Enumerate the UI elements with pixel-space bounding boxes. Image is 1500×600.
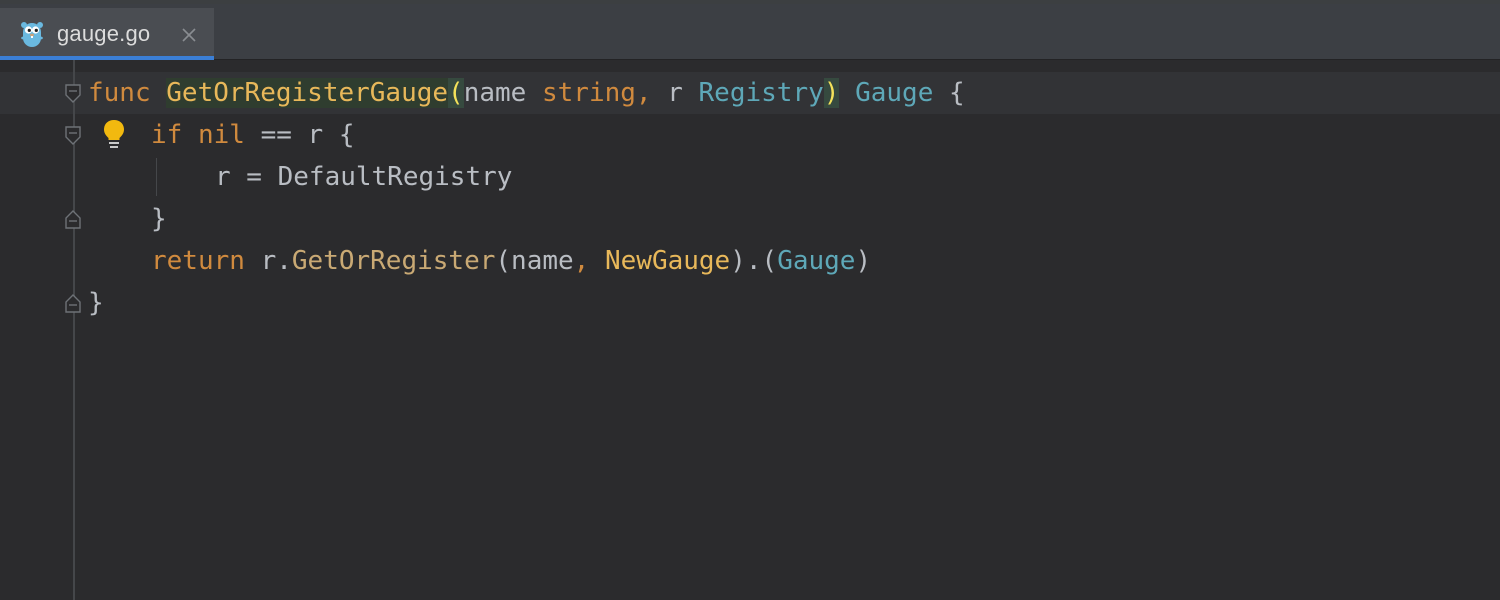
tab-gauge-go[interactable]: gauge.go <box>0 8 214 61</box>
condition-rest: == r { <box>244 120 355 150</box>
type-assert-gauge: Gauge <box>777 246 856 276</box>
close-brace: } <box>151 204 167 234</box>
lightbulb-icon[interactable] <box>102 118 126 150</box>
assignment: r = DefaultRegistry <box>215 162 513 192</box>
code-line-4[interactable]: } <box>151 198 167 240</box>
fold-close-icon[interactable] <box>64 208 82 230</box>
param-name: name <box>463 78 542 108</box>
code-line-6[interactable]: } <box>88 282 104 324</box>
editor-tab-bar: gauge.go <box>0 4 1500 61</box>
type-assert-close: ) <box>855 246 872 276</box>
tab-label: gauge.go <box>57 21 151 46</box>
param-type-string: string <box>541 78 636 108</box>
fold-close-icon[interactable] <box>64 292 82 314</box>
fold-open-icon[interactable] <box>64 125 82 147</box>
code-line-1[interactable]: func GetOrRegisterGauge(name string, r R… <box>88 72 965 114</box>
comma: , <box>573 246 605 276</box>
function-name: GetOrRegisterGauge <box>166 78 449 108</box>
args-open: (name <box>495 246 574 276</box>
arg-new-gauge: NewGauge <box>604 246 731 276</box>
keyword-return: return <box>151 246 261 276</box>
indent-guide <box>156 158 157 196</box>
receiver: r. <box>260 246 292 276</box>
close-icon[interactable] <box>179 25 199 45</box>
code-editor[interactable]: func GetOrRegisterGauge(name string, r R… <box>0 60 1500 600</box>
param-r: r <box>667 78 699 108</box>
fold-open-icon[interactable] <box>64 83 82 105</box>
return-type-gauge: Gauge <box>855 78 934 108</box>
close-paren: ) <box>823 78 840 108</box>
gopher-icon <box>21 22 43 47</box>
method-get-or-register: GetOrRegister <box>291 246 496 276</box>
type-assert-open: ).( <box>730 246 778 276</box>
open-brace: { <box>933 78 965 108</box>
keyword-func: func <box>88 78 167 108</box>
code-line-3[interactable]: r = DefaultRegistry <box>215 156 512 198</box>
close-brace: } <box>88 288 104 318</box>
code-line-5[interactable]: return r.GetOrRegister(name, NewGauge).(… <box>151 240 871 282</box>
code-line-2[interactable]: if nil == r { <box>151 114 355 156</box>
keyword-nil: nil <box>197 120 245 150</box>
comma: , <box>635 78 668 108</box>
keyword-if: if <box>151 120 198 150</box>
open-paren: ( <box>448 78 464 108</box>
param-type-registry: Registry <box>698 78 824 108</box>
